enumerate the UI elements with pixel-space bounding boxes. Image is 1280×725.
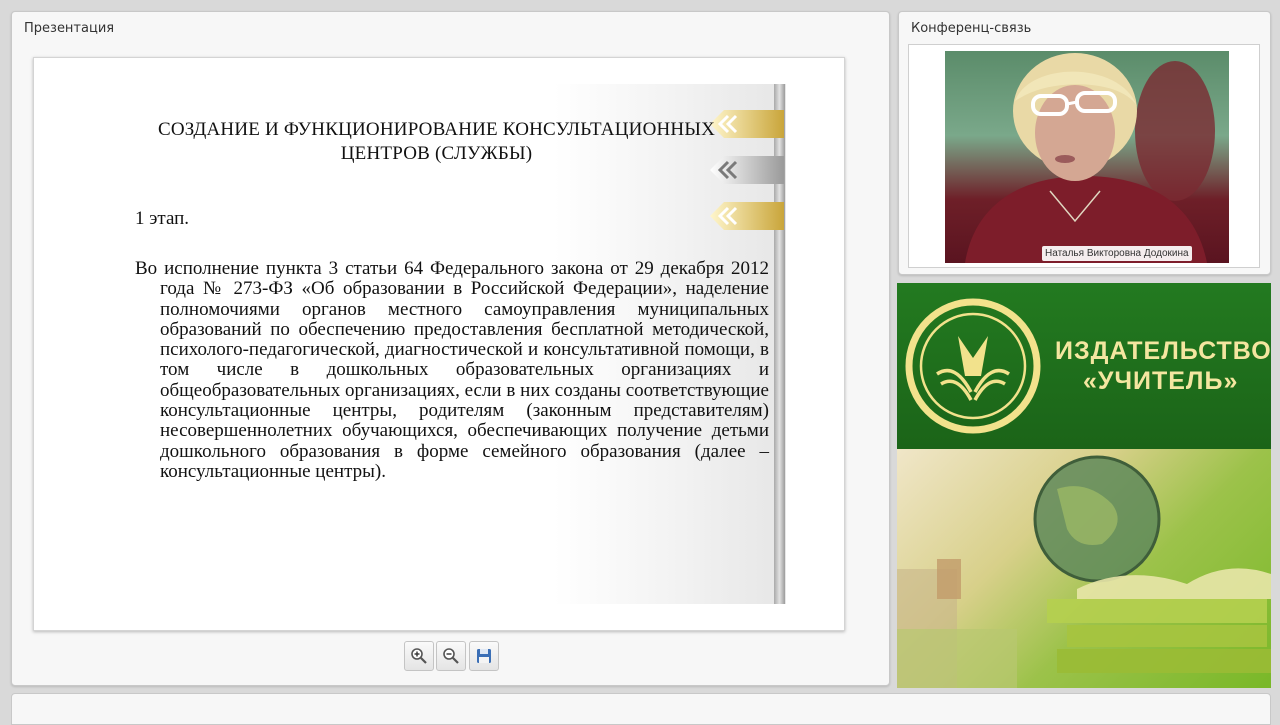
slide-heading: СОЗДАНИЕ И ФУНКЦИОНИРОВАНИЕ КОНСУЛЬТАЦИО…	[129, 118, 744, 166]
banner-line1: ИЗДАТЕЛЬСТВО	[1055, 337, 1271, 365]
video-frame[interactable]: Наталья Викторовна Додокина	[908, 44, 1260, 268]
publisher-logo-icon	[905, 298, 1041, 434]
speaker-avatar-image	[965, 53, 1215, 263]
presentation-panel: Презентация СОЗДАНИЕ И ФУНКЦИОНИРОВАНИЕ …	[11, 11, 890, 686]
zoom-in-button[interactable]	[404, 641, 434, 671]
banner-image-area	[897, 449, 1271, 688]
save-icon	[477, 649, 491, 663]
slide-heading-line1: СОЗДАНИЕ И ФУНКЦИОНИРОВАНИЕ КОНСУЛЬТАЦИО…	[157, 119, 716, 140]
banner-logo-area: ИЗДАТЕЛЬСТВО «УЧИТЕЛЬ»	[897, 283, 1271, 449]
conference-panel-title: Конференц-связь	[911, 21, 1032, 36]
presentation-panel-title: Презентация	[24, 21, 115, 36]
slide-heading-line2: ЦЕНТРОВ (СЛУЖБЫ)	[340, 143, 533, 164]
zoom-in-icon	[411, 648, 427, 664]
presentation-slide: СОЗДАНИЕ И ФУНКЦИОНИРОВАНИЕ КОНСУЛЬТАЦИО…	[33, 57, 845, 631]
books-globe-image	[897, 455, 1271, 688]
publisher-banner[interactable]: ИЗДАТЕЛЬСТВО «УЧИТЕЛЬ»	[897, 283, 1271, 688]
slide-body-text: Во исполнение пункта 3 статьи 64 Федерал…	[135, 258, 769, 482]
speaker-name-label: Наталья Викторовна Додокина	[1042, 246, 1192, 261]
banner-line2: «УЧИТЕЛЬ»	[1083, 367, 1239, 395]
save-button[interactable]	[469, 641, 499, 671]
zoom-out-icon	[443, 648, 459, 664]
gold-chevron-icon	[710, 202, 784, 230]
conference-panel: Конференц-связь Наталья Викторовна Додок…	[898, 11, 1271, 275]
zoom-out-button[interactable]	[436, 641, 466, 671]
speaker-video: Наталья Викторовна Додокина	[945, 51, 1229, 263]
slide-stage-label: 1 этап.	[135, 208, 190, 229]
bottom-panel	[11, 693, 1271, 725]
